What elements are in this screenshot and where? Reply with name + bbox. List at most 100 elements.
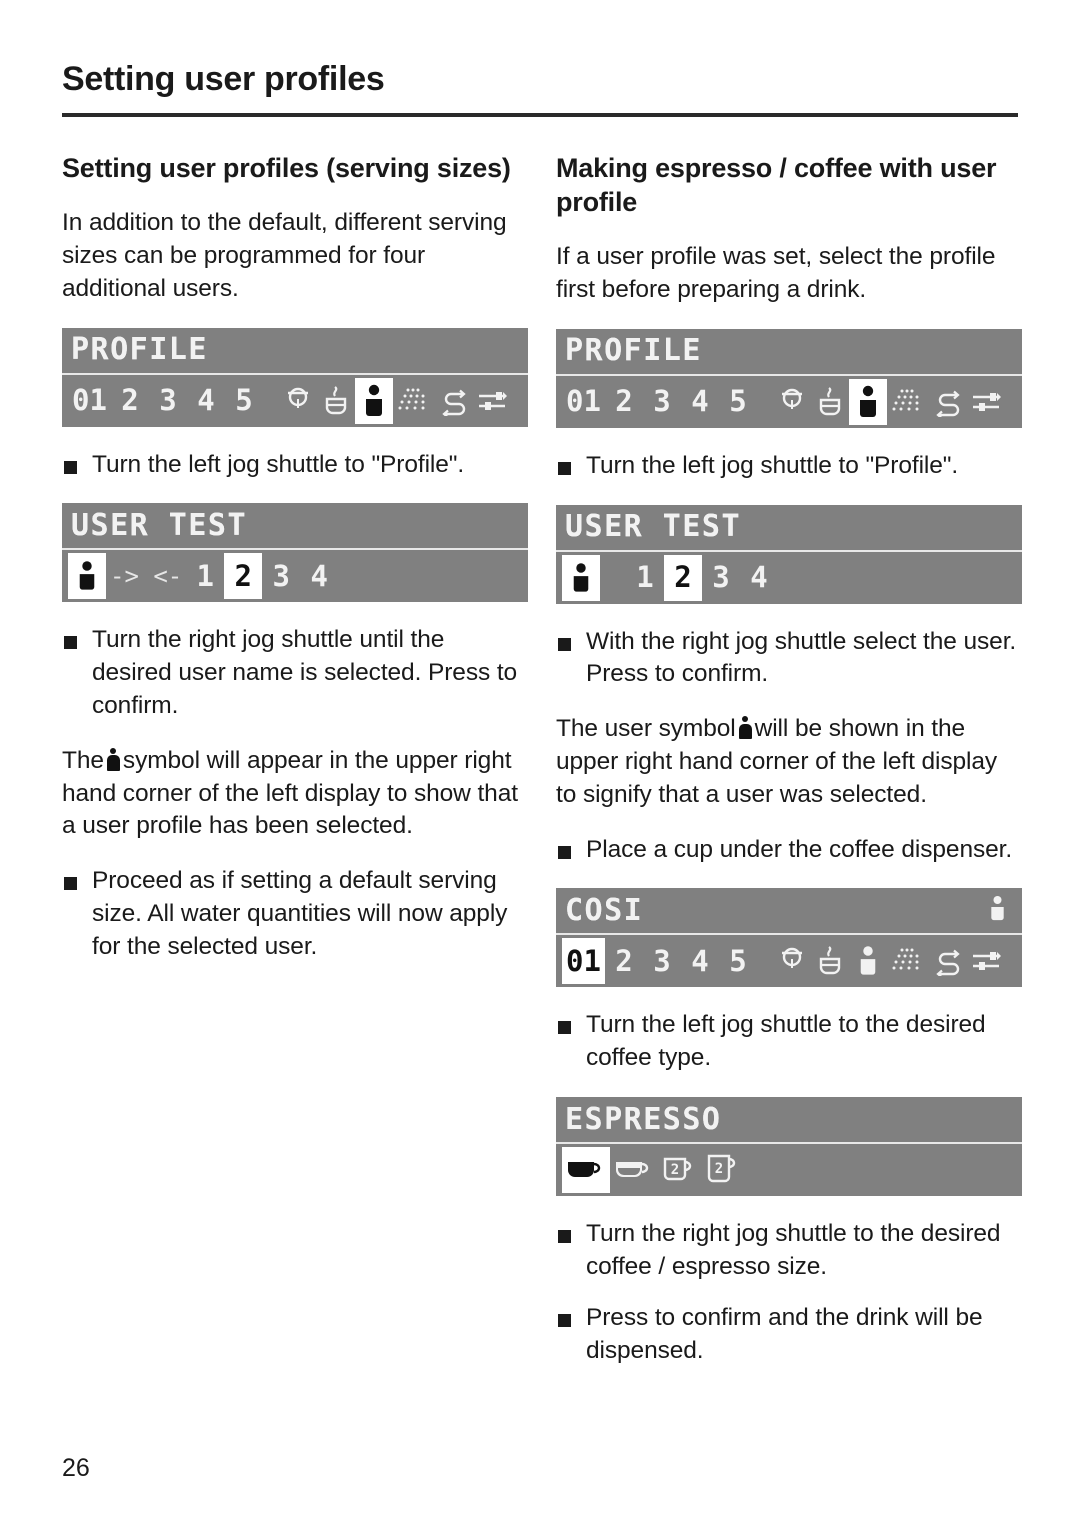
lcd-title: COSI bbox=[565, 892, 644, 928]
paragraph-text-after: symbol will appear in the upper right ha… bbox=[62, 746, 518, 840]
lcd-title: USER TEST bbox=[565, 509, 742, 545]
lcd-title-row: PROFILE bbox=[62, 328, 528, 375]
lcd-title: PROFILE bbox=[71, 332, 208, 367]
person-icon[interactable] bbox=[849, 938, 887, 984]
lcd-item-2[interactable]: 2 bbox=[664, 554, 702, 601]
lcd-title-row: USER TEST bbox=[62, 503, 528, 551]
lcd-item-4[interactable]: 4 bbox=[681, 379, 719, 425]
svg-text:2: 2 bbox=[671, 1162, 679, 1178]
lcd-display-profile-left: PROFILE 01 2 3 4 5 bbox=[62, 327, 528, 427]
steam-icon[interactable] bbox=[887, 938, 929, 984]
lcd-title: PROFILE bbox=[565, 333, 702, 369]
list-item: Proceed as if setting a default serving … bbox=[62, 865, 528, 963]
lcd-item-01[interactable]: 01 bbox=[68, 378, 111, 424]
lcd-title: USER TEST bbox=[71, 507, 248, 543]
svg-text:2: 2 bbox=[715, 1161, 723, 1177]
lcd-display-cosi: COSI 01 2 3 4 5 bbox=[556, 888, 1022, 988]
lcd-icon-row: 01 2 3 4 5 bbox=[556, 376, 1022, 428]
right-bullet-list-profile: Turn the left jog shuttle to "Profile". bbox=[556, 450, 1022, 483]
lcd-item-01[interactable]: 01 bbox=[562, 938, 605, 985]
left-section-title: Setting user profiles (serving sizes) bbox=[62, 153, 511, 183]
right-bullet-list-coffee-type: Turn the left jog shuttle to the desired… bbox=[556, 1009, 1022, 1075]
espresso-cup-filled-icon[interactable] bbox=[562, 1147, 610, 1194]
lcd-item-4[interactable]: 4 bbox=[187, 378, 225, 424]
lcd-display-profile-right: PROFILE 01 2 3 4 5 bbox=[556, 328, 1022, 428]
lcd-item-4[interactable]: 4 bbox=[300, 553, 338, 599]
left-bullet-list-profile: Turn the left jog shuttle to "Profile". bbox=[62, 449, 528, 482]
hot-cup-icon[interactable] bbox=[317, 378, 355, 424]
paragraph-text-before: The bbox=[62, 746, 104, 774]
lcd-item-2[interactable]: 2 bbox=[605, 938, 643, 984]
person-icon[interactable] bbox=[562, 554, 600, 601]
double-cup-large-icon[interactable]: 2 bbox=[702, 1147, 746, 1193]
list-item: Turn the left jog shuttle to "Profile". bbox=[62, 449, 528, 482]
timer-icon[interactable] bbox=[279, 378, 317, 424]
list-item: Place a cup under the coffee dispenser. bbox=[556, 834, 1022, 867]
lcd-icon-row: -> <- 1 2 3 4 bbox=[62, 550, 528, 602]
lcd-title: ESPRESSO bbox=[565, 1101, 722, 1137]
running-head: Setting user profiles bbox=[62, 60, 385, 98]
settings-icon[interactable] bbox=[967, 938, 1007, 984]
settings-icon[interactable] bbox=[473, 378, 513, 424]
right-symbol-paragraph: The user symbol will be shown in the uppe… bbox=[556, 713, 1022, 811]
lcd-display-espresso: ESPRESSO 2 2 bbox=[556, 1097, 1022, 1197]
paragraph-text-before: The user symbol bbox=[556, 715, 736, 743]
right-section-title: Making espresso / coffee with user profi… bbox=[556, 153, 997, 218]
lcd-item-3[interactable]: 3 bbox=[702, 555, 740, 601]
lcd-item-3[interactable]: 3 bbox=[262, 553, 300, 599]
left-symbol-paragraph: The symbol will appear in the upper right… bbox=[62, 745, 528, 843]
lcd-display-user-test-left: USER TEST -> <- 1 2 3 4 bbox=[62, 503, 528, 603]
steam-icon[interactable] bbox=[393, 378, 435, 424]
lcd-item-4[interactable]: 4 bbox=[740, 555, 778, 601]
settings-icon[interactable] bbox=[967, 379, 1007, 425]
steam-icon[interactable] bbox=[887, 379, 929, 425]
left-bullet-list-proceed: Proceed as if setting a default serving … bbox=[62, 865, 528, 963]
rinse-icon[interactable] bbox=[929, 379, 967, 425]
lcd-item-2[interactable]: 2 bbox=[224, 553, 263, 600]
lcd-item-3[interactable]: 3 bbox=[643, 379, 681, 425]
person-icon[interactable] bbox=[68, 553, 106, 600]
lcd-icon-row: 2 2 bbox=[556, 1144, 1022, 1196]
person-icon bbox=[989, 894, 1006, 927]
lcd-item-2[interactable]: 2 bbox=[111, 378, 149, 424]
lcd-item-3[interactable]: 3 bbox=[149, 378, 187, 424]
lcd-icon-row: 01 2 3 4 5 bbox=[62, 375, 528, 427]
hot-cup-icon[interactable] bbox=[811, 379, 849, 425]
rinse-icon[interactable] bbox=[929, 938, 967, 984]
lcd-item-5[interactable]: 5 bbox=[225, 378, 263, 424]
list-item: Press to confirm and the drink will be d… bbox=[556, 1302, 1022, 1368]
right-bullet-list-place-cup: Place a cup under the coffee dispenser. bbox=[556, 834, 1022, 867]
header-rule bbox=[62, 113, 1018, 117]
double-cup-small-icon[interactable]: 2 bbox=[658, 1147, 702, 1193]
list-item: Turn the right jog shuttle to the desire… bbox=[556, 1218, 1022, 1284]
hot-cup-icon[interactable] bbox=[811, 938, 849, 984]
list-item: Turn the left jog shuttle to "Profile". bbox=[556, 450, 1022, 483]
right-bullet-list-size: Turn the right jog shuttle to the desire… bbox=[556, 1218, 1022, 1367]
right-intro-paragraph: If a user profile was set, select the pr… bbox=[556, 243, 996, 303]
left-column: Setting user profiles (serving sizes) In… bbox=[62, 151, 528, 1389]
person-icon[interactable] bbox=[848, 378, 887, 425]
lcd-item-3[interactable]: 3 bbox=[643, 938, 681, 984]
lcd-item-1[interactable]: 1 bbox=[186, 553, 224, 599]
left-bullet-list-select-user: Turn the right jog shuttle until the des… bbox=[62, 624, 528, 722]
timer-icon[interactable] bbox=[773, 379, 811, 425]
rinse-icon[interactable] bbox=[435, 378, 473, 424]
two-column-body: Setting user profiles (serving sizes) In… bbox=[62, 151, 1022, 1389]
lcd-item-2[interactable]: 2 bbox=[605, 379, 643, 425]
list-item: Turn the right jog shuttle until the des… bbox=[62, 624, 528, 722]
lcd-item-01[interactable]: 01 bbox=[562, 379, 605, 425]
lcd-item-5[interactable]: 5 bbox=[719, 379, 757, 425]
manual-page: Setting user profiles Setting user profi… bbox=[0, 0, 1080, 1529]
lcd-title-row: USER TEST bbox=[556, 505, 1022, 552]
timer-icon[interactable] bbox=[773, 938, 811, 984]
person-icon[interactable] bbox=[354, 377, 393, 424]
left-intro-paragraph: In addition to the default, different se… bbox=[62, 209, 507, 302]
lcd-title-row: COSI bbox=[556, 888, 1022, 936]
espresso-cup-outline-icon[interactable] bbox=[610, 1147, 658, 1193]
lcd-item-5[interactable]: 5 bbox=[719, 938, 757, 984]
lcd-item-4[interactable]: 4 bbox=[681, 938, 719, 984]
lcd-icon-row: 1 2 3 4 bbox=[556, 552, 1022, 604]
direction-arrows: -> <- bbox=[110, 562, 183, 591]
right-column: Making espresso / coffee with user profi… bbox=[556, 151, 1022, 1389]
lcd-item-1[interactable]: 1 bbox=[626, 555, 664, 601]
